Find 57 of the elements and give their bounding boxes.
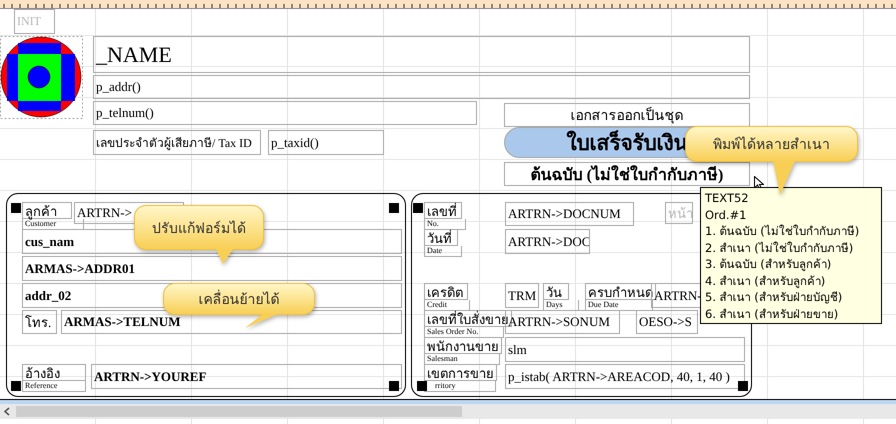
- callout-tail-icon: [773, 161, 795, 195]
- form-field[interactable]: p_istab( ARTRN->AREACOD, 40, 1, 40 ): [505, 364, 745, 389]
- tooltip-line: 6. สำเนา (สำหรับฝ่ายขาย): [705, 306, 840, 322]
- form-field[interactable]: ARTRN->YOUREF: [91, 364, 402, 389]
- tooltip-line: 1. ต้นฉบับ (ไม่ใช่ใบกำกับภาษี): [705, 223, 860, 240]
- resize-handle[interactable]: [738, 381, 748, 391]
- form-field[interactable]: ARMAS->ADDR01: [22, 256, 402, 281]
- caption-sublabel: Customer: [22, 219, 84, 230]
- caption-label: พนักงานขาย: [424, 337, 502, 354]
- form-field[interactable]: OESO->S: [636, 310, 698, 334]
- callout-tail-icon: [216, 249, 233, 264]
- caption-label: ครบกำหนด: [585, 283, 656, 300]
- copy-label[interactable]: ต้นฉบับ (ไม่ใช่ใบกำกับภาษี): [504, 162, 750, 186]
- address-field[interactable]: p_addr(): [93, 75, 750, 99]
- caption-sublabel: Due Date: [585, 300, 653, 311]
- phone-field[interactable]: p_telnum(): [93, 101, 477, 125]
- caption-label: อ้างอิง: [22, 364, 86, 381]
- form-field[interactable]: slm: [505, 337, 745, 362]
- caption-sublabel: Salesman: [424, 354, 500, 365]
- tooltip-line: Ord.#1: [705, 206, 748, 223]
- resize-handle[interactable]: [389, 381, 399, 391]
- resize-handle[interactable]: [389, 203, 399, 213]
- caption-label: เขตการขาย: [424, 364, 497, 381]
- caption-sublabel: Date: [424, 246, 462, 257]
- tooltip-line: 5. สำเนา (สำหรับฝ่ายบัญชี): [705, 289, 844, 306]
- caption-label: วัน: [543, 283, 569, 300]
- tooltip-line: 3. ต้นฉบับ (สำหรับลูกค้า): [705, 256, 832, 272]
- caption-sublabel: Sales Order No.: [424, 327, 504, 338]
- tooltip-line: 2. สำเนา (ไม่ใช่ใบกำกับภาษี): [705, 240, 854, 256]
- scrollbar-thumb[interactable]: [16, 406, 462, 417]
- resize-handle[interactable]: [417, 381, 427, 391]
- resize-handle[interactable]: [413, 203, 423, 213]
- caption-label: เลขที่: [424, 202, 462, 219]
- callout-tooltip: พิมพ์ได้หลายสำเนา: [685, 126, 858, 162]
- tax-id-field[interactable]: p_taxid(): [268, 130, 384, 155]
- callout-tooltip: เคลื่อนย้ายได้: [163, 283, 315, 315]
- tooltip-line: TEXT52: [705, 190, 750, 206]
- resize-handle[interactable]: [11, 381, 21, 391]
- tooltip-line: 4. สำเนา (สำหรับลูกค้า): [705, 272, 826, 289]
- caption-label: ลูกค้า: [22, 202, 72, 219]
- caption-sublabel: No.: [424, 219, 466, 230]
- callout-tooltip: ปรับแก้ฟอร์มได้: [134, 205, 264, 250]
- form-field[interactable]: ARTRN->DOCNUM: [505, 202, 634, 226]
- resize-handle[interactable]: [11, 203, 21, 213]
- form-field[interactable]: โทร.: [22, 310, 57, 334]
- horizontal-scrollbar[interactable]: [0, 404, 896, 419]
- caption-label: เครดิต: [424, 283, 468, 300]
- tax-id-label[interactable]: เลขประจำตัวผู้เสียภาษี/ Tax ID: [93, 130, 261, 155]
- caption-label: วันที่: [424, 229, 458, 246]
- callout-tail-icon: [245, 314, 278, 328]
- init-label: INIT: [14, 9, 55, 34]
- name-field[interactable]: _NAME: [93, 36, 750, 73]
- caption-sublabel: Reference: [22, 381, 86, 392]
- form-field[interactable]: TRM: [505, 283, 539, 308]
- caption-sublabel: Credit: [424, 300, 470, 311]
- caption-sublabel: Days: [543, 300, 579, 311]
- scroll-left-icon[interactable]: [3, 407, 11, 416]
